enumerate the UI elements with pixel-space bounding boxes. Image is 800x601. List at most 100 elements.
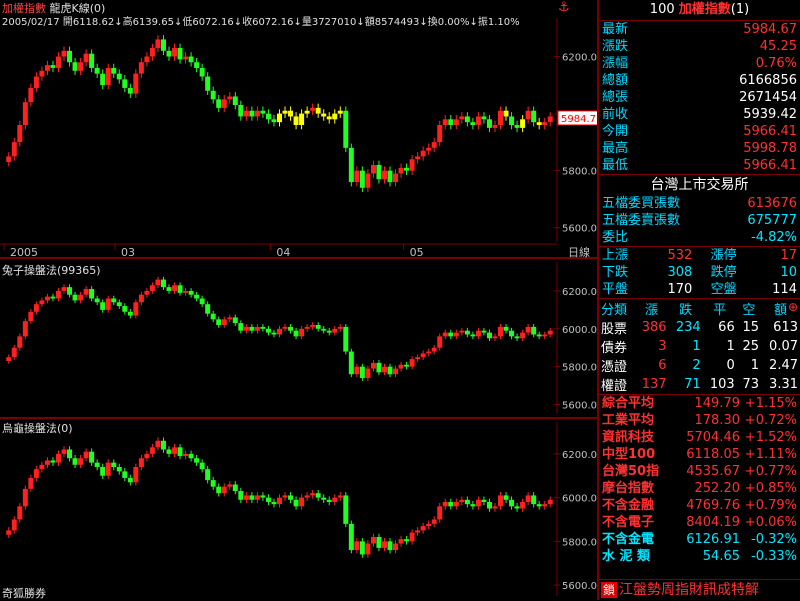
anchor-icon[interactable]: ⚓ bbox=[558, 0, 570, 15]
index-row[interactable]: 中型100 6118.05 +1.11% bbox=[599, 446, 800, 463]
candle-body bbox=[160, 279, 166, 288]
candle-body bbox=[520, 119, 526, 128]
index-name: 不含電子 bbox=[602, 515, 655, 530]
index-row[interactable]: 台灣50指 4535.67 +0.77% bbox=[599, 463, 800, 480]
breadth-row: 上漲 532 漲停 17 bbox=[599, 247, 800, 264]
category-cell: 71 bbox=[684, 377, 701, 392]
candle-body bbox=[448, 119, 454, 126]
exchange-rows: 五檔委買張數 613676 五檔委賣張數 675777 委比 -4.82% bbox=[599, 195, 800, 246]
candlestick-charts[interactable]: 2005 03 04 05 日線 6200.0 6000.0 5800.0 5600.0 5984… bbox=[0, 0, 597, 600]
candle-body bbox=[89, 53, 95, 68]
candle-body bbox=[393, 173, 399, 183]
candle-body bbox=[498, 110, 504, 126]
candle-body bbox=[172, 285, 178, 291]
quote-row: 漲幅 0.76% bbox=[599, 55, 800, 72]
index-row[interactable]: 工業平均 178.30 +0.72% bbox=[599, 412, 800, 429]
candle-body bbox=[475, 330, 481, 337]
price-tick-label: 6000.0 bbox=[562, 494, 597, 505]
breadth-rows: 上漲 532 漲停 17 下跌 308 跌停 10 平盤 170 空盤 114 bbox=[599, 246, 800, 298]
candle-body bbox=[370, 362, 376, 369]
candle-body bbox=[155, 440, 161, 448]
index-row[interactable]: 資訊科技 5704.46 +1.52% bbox=[599, 429, 800, 446]
quote-row: 漲跌 45.25 bbox=[599, 38, 800, 55]
candle-body bbox=[542, 122, 548, 126]
candle-body bbox=[11, 519, 17, 531]
index-pct: +1.11% bbox=[744, 447, 797, 462]
stat-low: 低6072.16 bbox=[182, 17, 234, 28]
candle-body bbox=[94, 462, 100, 467]
quote-label: 漲幅 bbox=[602, 56, 629, 71]
category-cell: 0 bbox=[726, 358, 735, 373]
footer-label: 奇狐勝券 bbox=[2, 587, 46, 600]
chart-area[interactable]: 2005 03 04 05 日線 6200.0 6000.0 5800.0 5600.0 5984… bbox=[0, 0, 597, 600]
breadth-value: 308 bbox=[667, 265, 693, 280]
candle-body bbox=[503, 495, 509, 500]
exchange-value: -4.82% bbox=[751, 230, 797, 245]
candle-body bbox=[520, 501, 526, 509]
index-row[interactable]: 綜合平均 149.79 +1.15% bbox=[599, 395, 800, 412]
exchange-title: 台灣上市交易所 bbox=[599, 174, 800, 195]
candle-body bbox=[265, 328, 271, 333]
candle-body bbox=[183, 290, 189, 293]
gear-icon[interactable]: ⊕ bbox=[788, 300, 798, 314]
candle-body bbox=[326, 116, 332, 120]
candle-body bbox=[17, 125, 23, 143]
index-pct: +0.77% bbox=[744, 464, 797, 479]
candle-body bbox=[238, 105, 244, 117]
candle-body bbox=[393, 368, 399, 375]
index-name: 工業平均 bbox=[602, 413, 655, 428]
category-header-row: 分類漲跌平空額 bbox=[599, 299, 800, 318]
index-value: 252.20 bbox=[694, 481, 741, 496]
exchange-label: 五檔委賣張數 bbox=[602, 213, 681, 228]
quote-value: 5966.41 bbox=[743, 124, 797, 139]
category-cell: 386 bbox=[641, 320, 667, 335]
candle-body bbox=[304, 495, 310, 498]
category-cell: 103 bbox=[709, 377, 735, 392]
chart1-stats: 2005/02/17 開6118.62↓高6139.65↓低6072.16↓收6… bbox=[2, 17, 520, 28]
news-ticker[interactable]: 鎖江盤勢周指財訊成特解 bbox=[599, 579, 800, 600]
candle-body bbox=[293, 499, 299, 507]
candle-body bbox=[221, 486, 227, 494]
candle-body bbox=[315, 107, 321, 114]
candle-body bbox=[17, 506, 23, 520]
quote-label: 前收 bbox=[602, 107, 629, 122]
category-cell: 2.47 bbox=[769, 358, 798, 373]
candle-body bbox=[22, 488, 28, 507]
category-cell: 613 bbox=[773, 320, 798, 335]
quote-row: 今開 5966.41 bbox=[599, 123, 800, 140]
candle-body bbox=[359, 366, 365, 379]
candle-body bbox=[44, 65, 50, 71]
candle-body bbox=[343, 326, 349, 352]
quote-value: 5966.41 bbox=[743, 158, 797, 173]
candle-body bbox=[194, 62, 200, 68]
stat-high: 高6139.65 bbox=[122, 17, 174, 28]
quote-value: 0.76% bbox=[755, 56, 797, 71]
candle-body bbox=[514, 336, 520, 339]
index-name: 摩台指數 bbox=[602, 481, 655, 496]
candle-body bbox=[370, 164, 376, 174]
candle-body bbox=[227, 317, 233, 320]
candle-body bbox=[381, 366, 387, 373]
candle-body bbox=[83, 451, 89, 459]
index-pct: +1.15% bbox=[744, 396, 797, 411]
quote-value: 5998.78 bbox=[743, 141, 797, 156]
category-row: 憑證 6 2 0 1 2.47 bbox=[599, 356, 800, 375]
candle-body bbox=[547, 330, 553, 335]
candle-body bbox=[453, 501, 459, 507]
candle-body bbox=[503, 326, 509, 331]
breadth-value: 532 bbox=[667, 248, 693, 263]
candle-body bbox=[453, 332, 459, 337]
candle-body bbox=[277, 328, 282, 335]
exchange-label: 委比 bbox=[602, 230, 629, 245]
index-row[interactable]: 不含金電 6126.91 -0.32% bbox=[599, 531, 800, 548]
candle-body bbox=[282, 110, 288, 114]
candle-body bbox=[387, 366, 393, 375]
candle-body bbox=[498, 326, 504, 337]
candle-body bbox=[321, 113, 327, 117]
index-row[interactable]: 摩台指數 252.20 +0.85% bbox=[599, 480, 800, 497]
category-row: 權證 137 71 103 73 3.31 bbox=[599, 375, 800, 394]
index-row[interactable]: 不含電子 8404.19 +0.06% bbox=[599, 514, 800, 531]
index-row[interactable]: 水 泥 類 54.65 -0.33% bbox=[599, 548, 800, 565]
index-row[interactable]: 不含金融 4769.76 +0.79% bbox=[599, 497, 800, 514]
candle-body bbox=[254, 495, 260, 500]
